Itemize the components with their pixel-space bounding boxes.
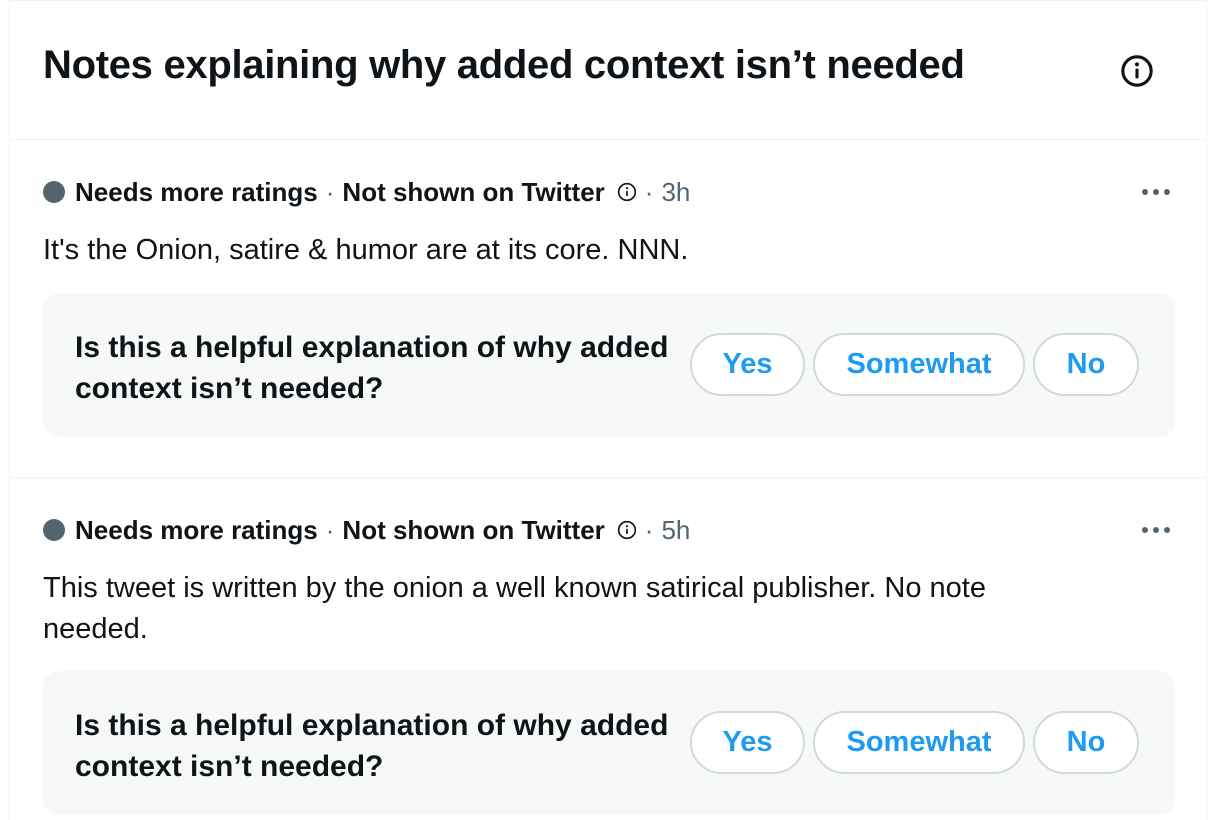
note-card: Needs more ratings · Not shown on Twitte… xyxy=(10,140,1206,478)
separator: · xyxy=(644,176,654,207)
rating-prompt: Is this a helpful explanation of why add… xyxy=(43,671,1175,815)
yes-button[interactable]: Yes xyxy=(690,333,805,396)
info-circle-icon[interactable] xyxy=(617,520,637,540)
no-button[interactable]: No xyxy=(1033,711,1139,774)
rating-question: Is this a helpful explanation of why add… xyxy=(75,709,669,783)
more-options-icon[interactable] xyxy=(1136,180,1176,204)
more-options-icon[interactable] xyxy=(1136,518,1176,542)
separator: · xyxy=(325,514,335,545)
page-title: Notes explaining why added context isn’t… xyxy=(43,43,965,87)
info-circle-icon xyxy=(1121,55,1153,87)
somewhat-button[interactable]: Somewhat xyxy=(813,711,1025,774)
note-meta: Needs more ratings · Not shown on Twitte… xyxy=(43,515,690,545)
rating-prompt: Is this a helpful explanation of why add… xyxy=(43,293,1175,437)
note-text: This tweet is written by the onion a wel… xyxy=(43,572,986,645)
note-timestamp: 3h xyxy=(661,176,691,207)
yes-button[interactable]: Yes xyxy=(690,711,805,774)
notes-panel: Notes explaining why added context isn’t… xyxy=(9,0,1207,820)
note-meta: Needs more ratings · Not shown on Twitte… xyxy=(43,177,690,207)
separator: · xyxy=(644,514,654,545)
info-circle-icon[interactable] xyxy=(617,182,637,202)
status-label: Needs more ratings xyxy=(75,176,318,207)
no-button[interactable]: No xyxy=(1033,333,1139,396)
note-text: It's the Onion, satire & humor are at it… xyxy=(43,234,689,266)
visibility-label: Not shown on Twitter xyxy=(342,514,605,545)
separator: · xyxy=(325,176,335,207)
info-button[interactable] xyxy=(1118,52,1156,90)
somewhat-button[interactable]: Somewhat xyxy=(813,333,1025,396)
status-label: Needs more ratings xyxy=(75,514,318,545)
rating-question: Is this a helpful explanation of why add… xyxy=(75,331,669,405)
status-dot-icon xyxy=(43,519,65,541)
note-card: Needs more ratings · Not shown on Twitte… xyxy=(10,478,1206,818)
visibility-label: Not shown on Twitter xyxy=(342,176,605,207)
status-dot-icon xyxy=(43,181,65,203)
panel-header: Notes explaining why added context isn’t… xyxy=(10,1,1206,140)
note-timestamp: 5h xyxy=(661,514,691,545)
